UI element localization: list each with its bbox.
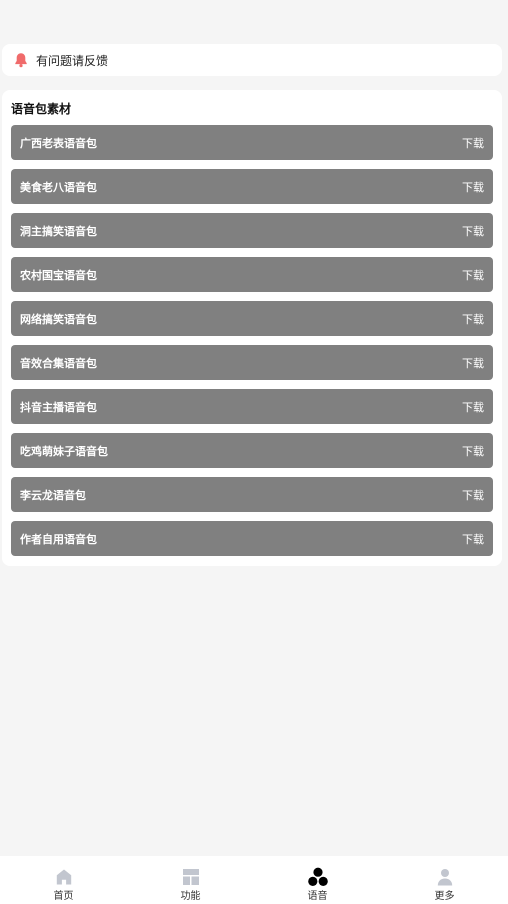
voice-pack-row[interactable]: 作者自用语音包 下载 — [11, 521, 493, 556]
download-button[interactable]: 下载 — [462, 487, 484, 503]
tab-home[interactable]: 首页 — [0, 856, 127, 904]
home-icon — [54, 867, 74, 887]
voice-pack-panel: 语音包素材 广西老表语音包 下载 美食老八语音包 下载 洞主搞笑语音包 下载 农… — [2, 90, 502, 566]
voice-pack-row[interactable]: 音效合集语音包 下载 — [11, 345, 493, 380]
pack-name: 农村国宝语音包 — [20, 268, 97, 282]
tab-function[interactable]: 功能 — [127, 856, 254, 904]
tab-label: 功能 — [180, 891, 201, 902]
section-title: 语音包素材 — [11, 102, 72, 116]
pack-name: 音效合集语音包 — [20, 356, 97, 370]
voice-pack-row[interactable]: 抖音主播语音包 下载 — [11, 389, 493, 424]
bell-icon — [13, 52, 29, 68]
voice-pack-row[interactable]: 洞主搞笑语音包 下载 — [11, 213, 493, 248]
function-icon — [181, 867, 201, 887]
tab-label: 更多 — [434, 891, 455, 902]
download-button[interactable]: 下载 — [462, 267, 484, 283]
bottom-tab-bar: 首页 功能 语音 更多 — [0, 856, 508, 904]
download-button[interactable]: 下载 — [462, 443, 484, 459]
notice-text: 有问题请反馈 — [36, 53, 109, 68]
voice-icon — [307, 867, 328, 887]
download-button[interactable]: 下载 — [462, 135, 484, 151]
pack-name: 洞主搞笑语音包 — [20, 224, 97, 238]
download-button[interactable]: 下载 — [462, 355, 484, 371]
feedback-notice[interactable]: 有问题请反馈 — [2, 44, 502, 76]
tab-label: 语音 — [307, 891, 328, 902]
page: 有问题请反馈 语音包素材 广西老表语音包 下载 美食老八语音包 下载 洞主搞笑语… — [0, 0, 508, 904]
voice-pack-row[interactable]: 李云龙语音包 下载 — [11, 477, 493, 512]
tab-label: 首页 — [53, 891, 74, 902]
pack-name: 广西老表语音包 — [20, 136, 97, 150]
voice-pack-row[interactable]: 美食老八语音包 下载 — [11, 169, 493, 204]
voice-pack-row[interactable]: 吃鸡萌妹子语音包 下载 — [11, 433, 493, 468]
pack-name: 李云龙语音包 — [20, 488, 86, 502]
tab-voice[interactable]: 语音 — [254, 856, 381, 904]
pack-name: 吃鸡萌妹子语音包 — [20, 444, 108, 458]
voice-pack-list: 广西老表语音包 下载 美食老八语音包 下载 洞主搞笑语音包 下载 农村国宝语音包… — [11, 125, 493, 565]
user-icon — [435, 867, 455, 887]
download-button[interactable]: 下载 — [462, 531, 484, 547]
download-button[interactable]: 下载 — [462, 311, 484, 327]
voice-pack-row[interactable]: 农村国宝语音包 下载 — [11, 257, 493, 292]
tab-more[interactable]: 更多 — [381, 856, 508, 904]
download-button[interactable]: 下载 — [462, 223, 484, 239]
download-button[interactable]: 下载 — [462, 399, 484, 415]
pack-name: 抖音主播语音包 — [20, 400, 97, 414]
pack-name: 作者自用语音包 — [20, 532, 97, 546]
voice-pack-row[interactable]: 广西老表语音包 下载 — [11, 125, 493, 160]
pack-name: 美食老八语音包 — [20, 180, 97, 194]
pack-name: 网络搞笑语音包 — [20, 312, 97, 326]
voice-pack-row[interactable]: 网络搞笑语音包 下载 — [11, 301, 493, 336]
download-button[interactable]: 下载 — [462, 179, 484, 195]
